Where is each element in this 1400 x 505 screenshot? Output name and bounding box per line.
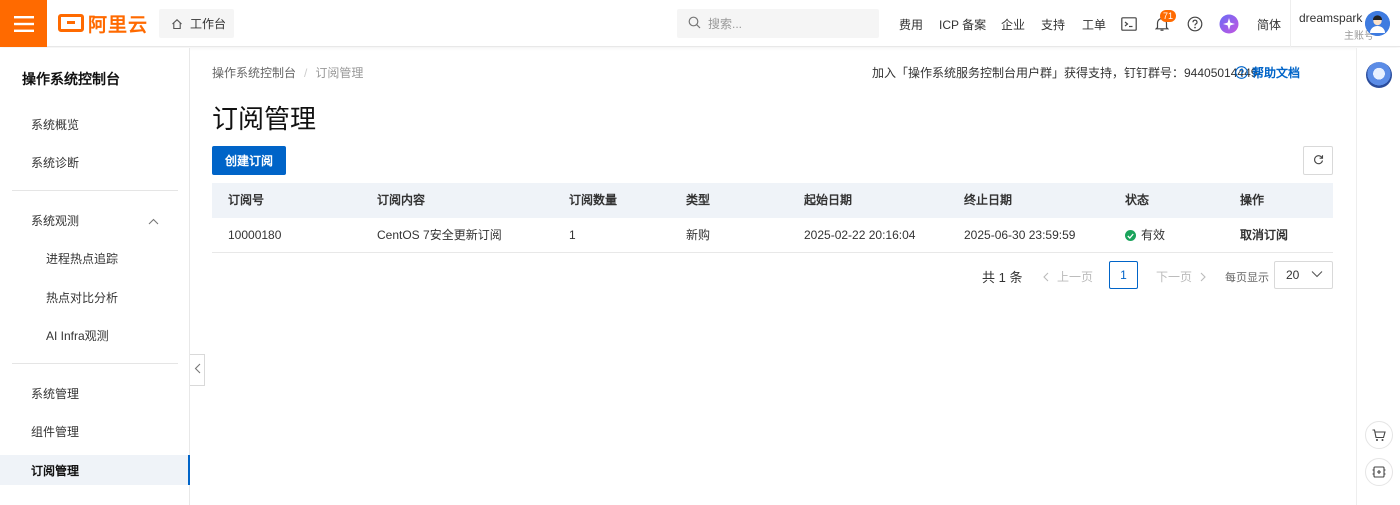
breadcrumb-separator: / — [304, 65, 308, 80]
sidebar-item-label: AI Infra观测 — [46, 328, 109, 343]
support-notice: 加入「操作系统服务控制台用户群」获得支持，钉钉群号：94405014449 — [872, 66, 1258, 80]
search-input[interactable] — [708, 16, 858, 31]
sidebar-item-diagnosis[interactable]: 系统诊断 — [0, 147, 189, 177]
chevron-up-icon — [148, 214, 159, 228]
help-docs-label: 帮助文档 — [1252, 66, 1301, 80]
user-menu[interactable]: dreamspark 主账号 — [1290, 0, 1400, 47]
nav-ticket[interactable]: 工单 — [1082, 16, 1106, 33]
pagination: 共 1 条 上一页 1 下一页 每页显示 20 — [0, 261, 1400, 289]
subscription-id-link[interactable]: 10000180 — [228, 218, 281, 253]
sidebar-title: 操作系统控制台 — [22, 71, 120, 87]
sidebar-item-label: 系统诊断 — [31, 155, 80, 170]
refresh-button[interactable] — [1303, 146, 1333, 175]
breadcrumb-item-current: 订阅管理 — [315, 66, 364, 80]
create-subscription-button[interactable]: 创建订阅 — [212, 146, 286, 175]
page-size-value: 20 — [1286, 268, 1300, 282]
page-title: 订阅管理 — [212, 104, 317, 134]
column-header: 订阅内容 — [377, 193, 426, 207]
sidebar-divider — [12, 363, 178, 364]
chevron-left-icon — [1043, 272, 1049, 282]
help-icon[interactable] — [1185, 14, 1205, 34]
notification-badge: 71 — [1160, 10, 1177, 22]
page-size-label: 每页显示 — [1225, 272, 1269, 284]
sidebar-item-component-management[interactable]: 组件管理 — [0, 416, 189, 446]
subscription-type: 新购 — [686, 228, 711, 242]
workbench-label: 工作台 — [190, 17, 227, 31]
status-badge: 有效 — [1125, 218, 1165, 253]
end-date: 2025-06-30 23:59:59 — [964, 228, 1076, 242]
logo-text: 阿里云 — [88, 14, 149, 36]
next-page-button[interactable]: 下一页 — [1156, 268, 1206, 285]
prev-page-label: 上一页 — [1057, 270, 1094, 284]
check-circle-icon — [1125, 230, 1136, 241]
prev-page-button[interactable]: 上一页 — [1043, 268, 1093, 285]
assistant-avatar-icon[interactable] — [1366, 62, 1392, 88]
language-switch[interactable]: 简体 — [1257, 16, 1281, 33]
service-icon[interactable] — [1365, 458, 1393, 486]
cancel-subscription-link[interactable]: 取消订阅 — [1240, 218, 1288, 253]
column-header: 订阅号 — [228, 193, 265, 207]
nav-icp[interactable]: ICP 备案 — [939, 16, 986, 33]
ai-assistant-icon[interactable] — [1219, 14, 1239, 34]
status-label: 有效 — [1141, 228, 1166, 242]
next-page-label: 下一页 — [1156, 270, 1193, 284]
refresh-icon — [1313, 154, 1324, 168]
column-header: 操作 — [1240, 193, 1265, 207]
top-bar: 阿里云 工作台 费用 ICP 备案 企业 支持 工单 71 简体 dreamsp… — [0, 0, 1400, 47]
column-header: 起始日期 — [804, 193, 853, 207]
sidebar-collapse-button[interactable] — [190, 354, 205, 386]
breadcrumb: 操作系统控制台 / 订阅管理 — [212, 64, 363, 81]
column-header: 订阅数量 — [569, 193, 618, 207]
avatar — [1365, 11, 1390, 36]
column-header: 终止日期 — [964, 193, 1013, 207]
sidebar-item-ai-infra[interactable]: AI Infra观测 — [0, 320, 189, 350]
sidebar-item-observation[interactable]: 系统观测 — [0, 205, 189, 235]
column-header: 状态 — [1125, 193, 1150, 207]
chevron-down-icon — [1311, 270, 1323, 278]
terminal-icon[interactable] — [1119, 14, 1139, 34]
question-circle-icon — [1235, 66, 1248, 79]
page-number-current[interactable]: 1 — [1109, 261, 1138, 289]
sidebar-item-label: 组件管理 — [31, 424, 80, 439]
sidebar-item-label: 热点对比分析 — [46, 290, 119, 305]
sidebar-item-label: 系统概览 — [31, 117, 80, 132]
page-size-select[interactable]: 20 — [1274, 261, 1333, 289]
total-count: 共 1 条 — [982, 270, 1023, 285]
home-icon — [171, 18, 183, 30]
nav-billing[interactable]: 费用 — [899, 16, 923, 33]
sidebar-item-subscription-management[interactable]: 订阅管理 — [0, 455, 190, 485]
chevron-right-icon — [1200, 272, 1206, 282]
sidebar-item-overview[interactable]: 系统概览 — [0, 109, 189, 139]
breadcrumb-item-console[interactable]: 操作系统控制台 — [212, 64, 296, 81]
search-icon — [688, 16, 701, 32]
aliyun-logo-icon — [58, 14, 84, 32]
sidebar-item-label: 系统观测 — [31, 213, 80, 228]
menu-icon[interactable] — [0, 0, 47, 47]
cart-icon[interactable] — [1365, 421, 1393, 449]
sidebar-item-label: 系统管理 — [31, 386, 80, 401]
table-header: 订阅号 订阅内容 订阅数量 类型 起始日期 终止日期 状态 操作 — [212, 183, 1333, 218]
user-name: dreamspark — [1299, 11, 1363, 25]
sidebar-item-label: 订阅管理 — [31, 463, 80, 478]
sidebar-divider — [12, 190, 178, 191]
aliyun-logo[interactable]: 阿里云 — [58, 12, 149, 36]
table-row: 10000180 CentOS 7安全更新订阅 1 新购 2025-02-22 … — [212, 218, 1333, 253]
sidebar-item-system-management[interactable]: 系统管理 — [0, 378, 189, 408]
workbench-button[interactable]: 工作台 — [159, 9, 234, 38]
subscription-table: 订阅号 订阅内容 订阅数量 类型 起始日期 终止日期 状态 操作 1000018… — [212, 183, 1333, 253]
start-date: 2025-02-22 20:16:04 — [804, 228, 916, 242]
search-box[interactable] — [677, 9, 879, 38]
column-header: 类型 — [686, 193, 711, 207]
subscription-content: CentOS 7安全更新订阅 — [377, 228, 502, 242]
nav-enterprise[interactable]: 企业 — [1001, 16, 1025, 33]
nav-support[interactable]: 支持 — [1041, 16, 1065, 33]
chevron-left-icon — [194, 363, 201, 377]
help-docs-link[interactable]: 帮助文档 — [1235, 64, 1300, 81]
subscription-quantity: 1 — [569, 228, 576, 242]
